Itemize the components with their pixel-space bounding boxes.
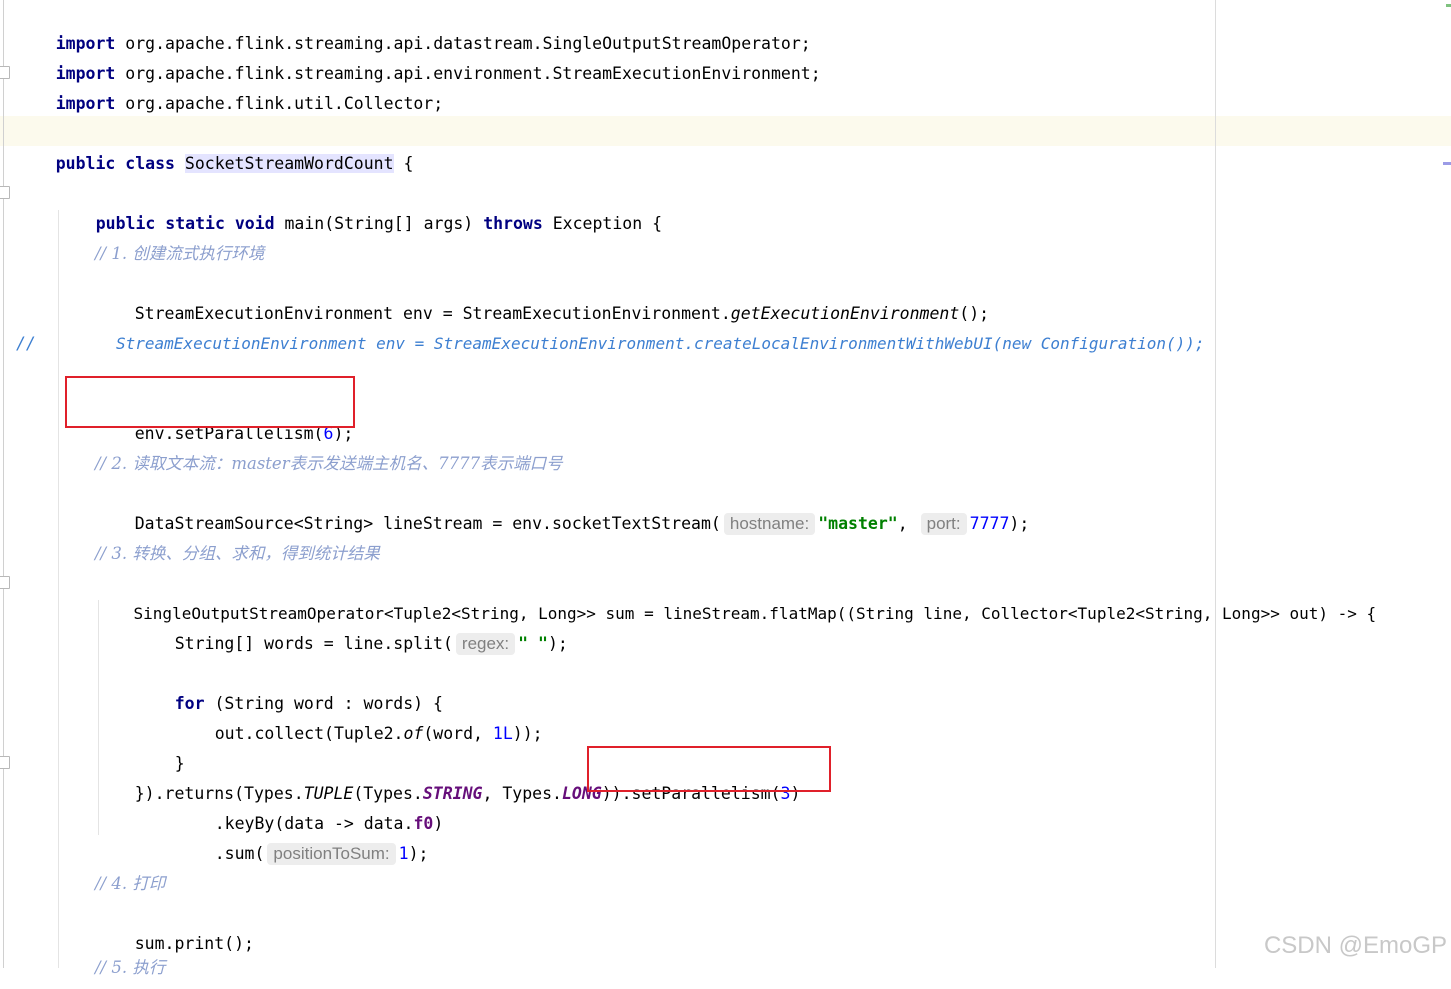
string-literal: "master" [818, 514, 898, 533]
code-text: ); [1009, 514, 1030, 533]
param-hint: positionToSum: [267, 843, 396, 865]
code-line[interactable]: SingleOutputStreamOperator<Tuple2<String… [95, 569, 1377, 623]
code-line[interactable]: import org.apache.flink.util.Collector; [16, 59, 443, 113]
number-literal: 1 [398, 844, 409, 863]
code-text: StreamExecutionEnvironment env = StreamE… [134, 304, 731, 323]
fold-marker-icon[interactable] [0, 186, 10, 199]
gutter-divider [3, 0, 4, 968]
code-line[interactable]: } [135, 719, 185, 773]
code-comment[interactable]: // 3. 转换、分组、求和，得到统计结果 [95, 539, 380, 569]
code-text: { [393, 154, 414, 173]
code-text: (word, [423, 724, 493, 743]
commented-code-slash[interactable]: // [16, 329, 36, 359]
keyword: throws [483, 214, 543, 233]
code-text: ); [408, 844, 429, 863]
commented-code[interactable]: StreamExecutionEnvironment env = StreamE… [116, 329, 1205, 359]
keyword: import [55, 94, 116, 113]
code-line[interactable]: String[] words = line.split(regex: " "); [135, 599, 568, 655]
method-call: of [403, 724, 424, 743]
code-text: Exception { [542, 214, 663, 233]
string-literal: " " [518, 634, 548, 653]
right-margin-guide [1215, 0, 1216, 968]
fold-marker-icon[interactable] [0, 66, 10, 79]
number-literal: 1L [492, 724, 513, 743]
code-comment[interactable]: // 2. 读取文本流：master表示发送端主机名、7777表示端口号 [95, 449, 563, 479]
code-line[interactable]: public class SocketStreamWordCount { [16, 119, 413, 173]
param-hint: hostname: [723, 513, 816, 535]
param-hint: regex: [455, 633, 516, 655]
code-text: , Types. [482, 784, 562, 803]
code-text: DataStreamSource<String> lineStream = en… [134, 514, 721, 533]
keyword: public static void [95, 214, 285, 233]
code-line[interactable]: import org.apache.flink.streaming.api.en… [16, 29, 821, 83]
method-call: getExecutionEnvironment [730, 304, 960, 323]
highlight-box [65, 376, 355, 428]
indent-guide [58, 210, 59, 968]
code-line[interactable]: .sum(positionToSum: 1); [175, 809, 428, 865]
scrollbar-marker[interactable] [1446, 4, 1451, 7]
code-text: sum.print(); [134, 934, 254, 953]
code-text: , [897, 514, 918, 533]
fold-marker-icon[interactable] [0, 756, 10, 769]
code-line[interactable]: StreamExecutionEnvironment env = StreamE… [95, 269, 989, 323]
code-comment[interactable]: // 4. 打印 [95, 869, 165, 899]
class-name: SocketStreamWordCount [184, 154, 394, 173]
keyword: public class [55, 154, 185, 173]
code-line[interactable]: public static void main(String[] args) t… [56, 179, 662, 233]
code-line[interactable]: for (String word : words) { [135, 659, 443, 713]
number-literal: 7777 [969, 514, 1010, 533]
scrollbar-marker[interactable] [1443, 162, 1451, 165]
code-text: )); [512, 724, 543, 743]
code-line[interactable]: sum.print(); [95, 899, 254, 953]
code-line[interactable]: import org.apache.flink.streaming.api.da… [16, 0, 811, 53]
code-editor[interactable]: import org.apache.flink.streaming.api.da… [0, 0, 1451, 977]
code-line[interactable]: out.collect(Tuple2.of(word, 1L)); [175, 689, 543, 743]
code-text: ); [547, 634, 568, 653]
code-text: String[] words = line.split( [174, 634, 453, 653]
code-text: main(String[] args) [284, 214, 484, 233]
code-text: org.apache.flink.util.Collector; [115, 94, 444, 113]
fold-marker-icon[interactable] [0, 576, 10, 589]
code-line[interactable]: DataStreamSource<String> lineStream = en… [95, 479, 1029, 535]
highlight-box [587, 746, 831, 792]
code-text: ) [433, 814, 444, 833]
code-text: (); [959, 304, 990, 323]
code-text: .sum( [214, 844, 265, 863]
param-hint: port: [920, 513, 967, 535]
code-text: out.collect(Tuple2. [214, 724, 404, 743]
watermark: CSDN @EmoGP [1263, 932, 1447, 959]
code-comment[interactable]: // 5. 执行 [95, 953, 165, 983]
code-line[interactable]: .keyBy(data -> data.f0) [175, 779, 444, 833]
code-comment[interactable]: // 1. 创建流式执行环境 [95, 239, 264, 269]
